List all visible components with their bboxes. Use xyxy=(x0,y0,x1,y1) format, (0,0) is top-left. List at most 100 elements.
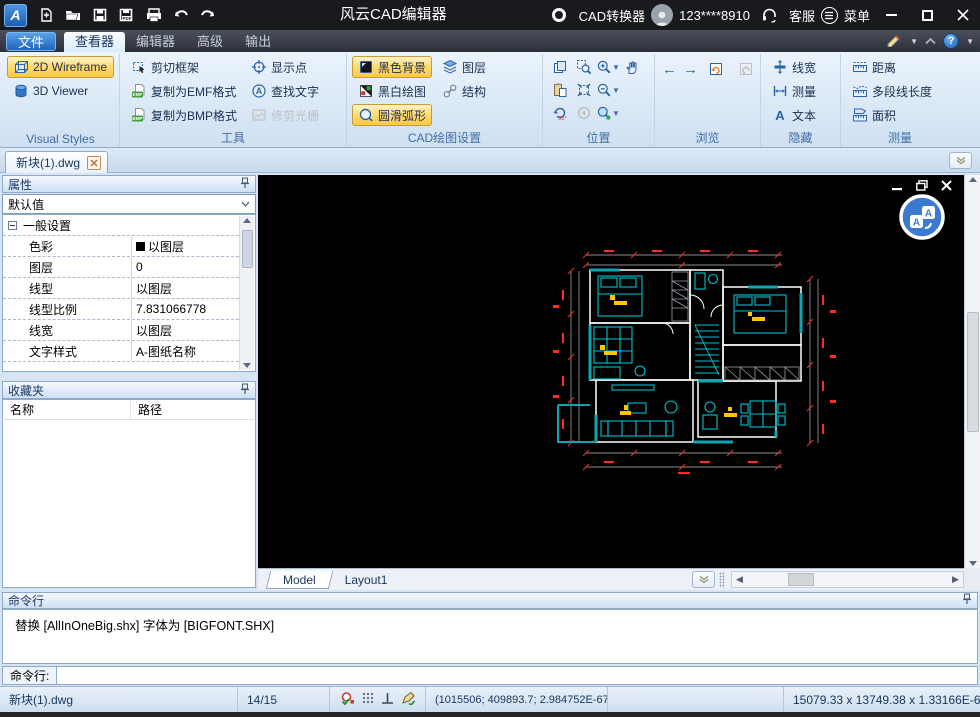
draw-settings-icon[interactable] xyxy=(401,691,416,708)
scrollbar-thumb[interactable] xyxy=(788,573,814,586)
scroll-up-icon[interactable] xyxy=(968,177,977,182)
document-close-icon[interactable] xyxy=(87,155,102,170)
scroll-left-icon[interactable]: ◀ xyxy=(732,572,747,587)
rotate-35-icon[interactable]: 35° xyxy=(548,102,572,124)
tab-model[interactable]: Model xyxy=(265,570,333,589)
save-icon[interactable] xyxy=(86,3,113,27)
property-row[interactable]: 图层 0 xyxy=(3,257,239,278)
scrollbar-thumb[interactable] xyxy=(966,311,979,432)
zoom-global-icon[interactable]: ▼ xyxy=(596,102,620,124)
scroll-right-icon[interactable]: ▶ xyxy=(948,572,963,587)
account-label[interactable]: 123****8910 xyxy=(679,8,750,23)
layout-overflow-chevron-button[interactable] xyxy=(692,571,715,588)
open-file-icon[interactable] xyxy=(59,3,86,27)
object-snap-icon[interactable] xyxy=(340,691,355,709)
measure-polyline-button[interactable]: 多段线长度 xyxy=(846,80,954,102)
zoom-window-icon[interactable] xyxy=(572,56,596,78)
2d-wireframe-button[interactable]: 2D Wireframe xyxy=(7,56,114,78)
command-input[interactable] xyxy=(57,666,978,685)
help-icon[interactable]: ? xyxy=(943,33,960,49)
cad-converter-label[interactable]: CAD转换器 xyxy=(579,6,645,25)
scroll-down-icon[interactable] xyxy=(968,561,977,566)
scroll-up-icon[interactable] xyxy=(243,218,251,223)
cad-converter-icon[interactable] xyxy=(546,3,573,27)
tab-viewer[interactable]: 查看器 xyxy=(64,32,126,52)
property-row[interactable]: 线型 以图层 xyxy=(3,278,239,299)
view-back-icon[interactable]: ← xyxy=(662,62,677,77)
view-redo-icon[interactable] xyxy=(734,58,758,80)
layers-button[interactable]: 图层 xyxy=(436,56,492,78)
copy-bmp-button[interactable]: BMP 复制为BMP格式 xyxy=(125,104,243,126)
measure-distance-button[interactable]: 距离 xyxy=(846,56,954,78)
property-grid-scrollbar[interactable] xyxy=(239,216,254,370)
grid-icon[interactable] xyxy=(362,692,374,707)
tab-overflow-chevron-button[interactable] xyxy=(949,152,972,169)
clip-frame-button[interactable]: 剪切框架 xyxy=(125,56,243,78)
tab-advanced[interactable]: 高级 xyxy=(186,32,234,52)
property-row[interactable]: 色彩 以图层 xyxy=(3,236,239,257)
hide-lineweight-button[interactable]: 线宽 xyxy=(766,56,835,78)
menu-label[interactable]: 菜单 xyxy=(844,6,870,25)
document-tab[interactable]: 新块(1).dwg xyxy=(5,151,109,173)
column-path[interactable]: 路径 xyxy=(131,401,162,418)
splitter-handle[interactable] xyxy=(719,571,725,588)
view-forward-icon[interactable]: → xyxy=(683,62,698,77)
minimize-button[interactable] xyxy=(876,0,906,30)
tab-file[interactable]: 文件 xyxy=(6,32,57,51)
headset-icon[interactable] xyxy=(756,3,783,27)
canvas-horizontal-scrollbar[interactable]: ◀ ▶ xyxy=(731,571,964,588)
find-text-button[interactable]: A 查找文字 xyxy=(245,80,325,102)
preset-select[interactable]: 默认值 xyxy=(2,194,256,214)
new-file-icon[interactable] xyxy=(32,3,59,27)
smooth-arc-button[interactable]: 圆滑弧形 xyxy=(352,104,433,126)
ortho-icon[interactable] xyxy=(381,692,394,708)
canvas-close-icon[interactable] xyxy=(941,180,952,191)
copy-emf-button[interactable]: EMF 复制为EMF格式 xyxy=(125,80,243,102)
support-label[interactable]: 客服 xyxy=(789,6,815,25)
drawing-canvas[interactable]: AA xyxy=(258,175,964,568)
app-logo-icon[interactable]: A xyxy=(4,3,27,27)
cad-convert-floating-button[interactable]: AA xyxy=(898,193,946,244)
canvas-minimize-icon[interactable] xyxy=(892,181,903,191)
tab-output[interactable]: 输出 xyxy=(234,32,282,52)
scrollbar-thumb[interactable] xyxy=(241,230,253,268)
3d-viewer-button[interactable]: 3D Viewer xyxy=(7,80,114,102)
tab-layout1[interactable]: Layout1 xyxy=(331,571,402,589)
trim-raster-button[interactable]: 修剪光栅 xyxy=(245,104,325,126)
hide-text-button[interactable]: A 文本 xyxy=(766,104,835,126)
show-points-button[interactable]: 显示点 xyxy=(245,56,325,78)
collapse-ribbon-icon[interactable] xyxy=(925,34,936,48)
zoom-extents-icon[interactable] xyxy=(572,79,596,101)
property-row[interactable]: 线型比例 7.831066778 xyxy=(3,299,239,320)
zoom-in-icon[interactable]: ▼ xyxy=(596,56,620,78)
hide-measure-button[interactable]: 测量 xyxy=(766,80,835,102)
tab-editor[interactable]: 编辑器 xyxy=(125,32,186,52)
canvas-restore-icon[interactable] xyxy=(916,180,928,191)
maximize-button[interactable] xyxy=(912,0,942,30)
help-dropdown-icon[interactable]: ▼ xyxy=(966,37,974,46)
pin-icon[interactable] xyxy=(962,593,972,608)
pan-hand-icon[interactable] xyxy=(620,56,644,78)
annotate-pencil-icon[interactable] xyxy=(886,32,903,50)
black-white-draw-button[interactable]: 黑白绘图 xyxy=(352,80,432,102)
measure-area-button[interactable]: 面积 xyxy=(846,104,954,126)
copy-view-icon[interactable] xyxy=(548,56,572,78)
property-category-row[interactable]: 一般设置 xyxy=(3,215,239,236)
black-background-button[interactable]: 黑色背景 xyxy=(352,56,433,78)
redo-icon[interactable] xyxy=(194,3,221,27)
scroll-down-icon[interactable] xyxy=(243,363,251,368)
canvas-vertical-scrollbar[interactable] xyxy=(964,175,980,568)
close-button[interactable] xyxy=(948,0,978,30)
avatar[interactable] xyxy=(651,4,674,26)
structure-button[interactable]: 结构 xyxy=(436,80,492,102)
pencil-dropdown-icon[interactable]: ▼ xyxy=(910,37,918,46)
undo-icon[interactable] xyxy=(167,3,194,27)
favorites-list[interactable] xyxy=(2,420,256,588)
view-undo-icon[interactable] xyxy=(704,58,728,80)
previous-view-icon[interactable] xyxy=(572,102,596,124)
zoom-out-icon[interactable]: ▼ xyxy=(596,79,620,101)
column-name[interactable]: 名称 xyxy=(3,400,131,419)
pin-icon[interactable] xyxy=(240,177,250,192)
menu-icon[interactable] xyxy=(820,6,838,24)
print-icon[interactable] xyxy=(140,3,167,27)
